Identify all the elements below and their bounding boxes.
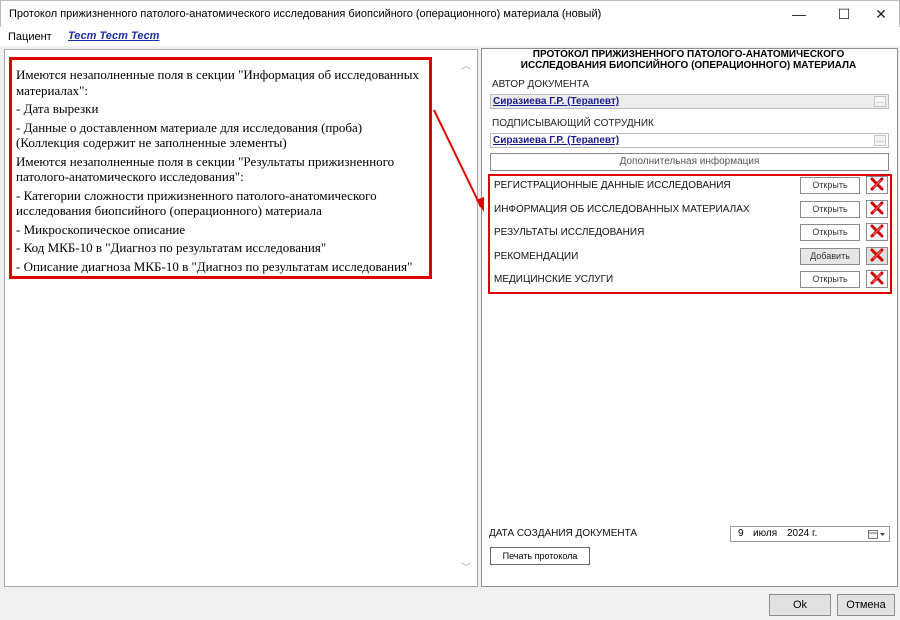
maximize-icon: ☐ <box>837 5 851 22</box>
delete-icon <box>870 177 884 194</box>
error-line: - Данные о доставленном материале для ис… <box>16 119 363 151</box>
error-line: - Категории сложности прижизненного пато… <box>16 187 377 219</box>
section-label-materials: ИНФОРМАЦИЯ ОБ ИССЛЕДОВАННЫХ МАТЕРИАЛАХ <box>494 204 750 215</box>
protocol-title-line1: ПРОТОКОЛ ПРИЖИЗНЕННОГО ПАТОЛОГО-АНАТОМИЧ… <box>532 49 845 60</box>
add-recommendations-button[interactable]: Добавить <box>800 248 860 265</box>
minimize-icon: — <box>792 6 806 22</box>
patient-label: Пациент <box>8 31 52 43</box>
delete-services-button[interactable] <box>866 270 888 288</box>
signer-select-button[interactable]: ... <box>874 135 886 146</box>
author-value: Сиразиева Г.Р. (Терапевт) <box>493 96 620 107</box>
window-title: Протокол прижизненного патолого-анатомич… <box>9 8 602 20</box>
dialog-button-bar <box>0 592 900 620</box>
error-line: - Описание диагноза МКБ-10 в "Диагноз по… <box>16 258 413 274</box>
section-label-services: МЕДИЦИНСКИЕ УСЛУГИ <box>494 274 614 285</box>
creation-date-picker[interactable]: 9 июля 2024 г. <box>730 526 890 542</box>
delete-icon <box>870 248 884 265</box>
delete-icon <box>870 224 884 241</box>
open-materials-button[interactable]: Открыть <box>800 201 860 218</box>
error-line: - Код МКБ-10 в "Диагноз по результатам и… <box>16 240 327 255</box>
protocol-title-line2: ИССЛЕДОВАНИЯ БИОПСИЙНОГО (ОПЕРАЦИОННОГО)… <box>520 60 857 71</box>
date-month: июля <box>753 528 778 539</box>
error-line: Имеются незаполненные поля в секции "Инф… <box>16 67 419 98</box>
maximize-button[interactable]: ☐ <box>824 1 864 27</box>
delete-icon <box>870 201 884 218</box>
open-registration-button[interactable]: Открыть <box>800 177 860 194</box>
delete-icon <box>870 271 884 288</box>
error-line: Имеются незаполненные поля в секции "Рез… <box>16 153 395 185</box>
delete-results-button[interactable] <box>866 223 888 241</box>
delete-materials-button[interactable] <box>866 200 888 218</box>
section-label-recommendations: РЕКОМЕНДАЦИИ <box>494 251 579 262</box>
scroll-down-icon[interactable]: ﹀ <box>457 558 475 574</box>
ok-button[interactable]: Ok <box>769 594 831 616</box>
patient-name-link[interactable]: Тест Тест Тест <box>68 30 159 42</box>
signer-label: ПОДПИСЫВАЮЩИЙ СОТРУДНИК <box>492 118 654 129</box>
signer-value: Сиразиева Г.Р. (Терапевт) <box>493 135 620 146</box>
signer-field[interactable]: Сиразиева Г.Р. (Терапевт) ... <box>490 133 889 148</box>
minimize-button[interactable]: — <box>779 1 819 27</box>
vertical-scrollbar[interactable]: ︿ ﹀ <box>457 50 475 584</box>
cancel-button[interactable]: Отмена <box>837 594 895 616</box>
date-day: 9 <box>738 528 744 539</box>
delete-registration-button[interactable] <box>866 176 888 194</box>
author-select-button[interactable]: ... <box>874 96 886 107</box>
section-label-results: РЕЗУЛЬТАТЫ ИССЛЕДОВАНИЯ <box>494 227 645 238</box>
error-line: - Дата вырезки <box>16 101 99 116</box>
open-results-button[interactable]: Открыть <box>800 224 860 241</box>
validation-errors-list: Имеются незаполненные поля в секции "Инф… <box>9 57 432 279</box>
additional-info-button[interactable]: Дополнительная информация <box>490 153 889 171</box>
creation-date-label: ДАТА СОЗДАНИЯ ДОКУМЕНТА <box>489 528 638 539</box>
author-field[interactable]: Сиразиева Г.Р. (Терапевт) ... <box>490 94 889 109</box>
calendar-icon[interactable] <box>868 529 886 543</box>
error-line: - Микроскопическое описание <box>16 221 186 237</box>
date-year: 2024 г. <box>787 528 818 539</box>
close-icon: ✕ <box>875 5 887 22</box>
section-label-registration: РЕГИСТРАЦИОННЫЕ ДАННЫЕ ИССЛЕДОВАНИЯ <box>494 180 731 191</box>
author-label: АВТОР ДОКУМЕНТА <box>492 79 590 90</box>
delete-recommendations-button[interactable] <box>866 247 888 265</box>
open-services-button[interactable]: Открыть <box>800 271 860 288</box>
protocol-title: ПРОТОКОЛ ПРИЖИЗНЕННОГО ПАТОЛОГО-АНАТОМИЧ… <box>481 49 896 71</box>
print-protocol-button[interactable]: Печать протокола <box>490 547 590 565</box>
close-window-button[interactable]: ✕ <box>861 1 900 27</box>
scroll-up-icon[interactable]: ︿ <box>457 56 475 72</box>
patient-row: Пациент Тест Тест Тест <box>0 27 900 47</box>
window-titlebar: Протокол прижизненного патолого-анатомич… <box>0 0 900 27</box>
